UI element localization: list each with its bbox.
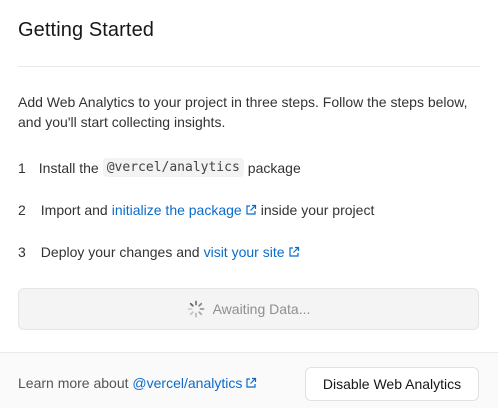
- package-code: @vercel/analytics: [102, 158, 244, 177]
- step-text: Install the: [38, 159, 99, 176]
- visit-site-link[interactable]: visit your site: [204, 244, 300, 260]
- step-3: 3 Deploy your changes and visit your sit…: [18, 244, 300, 260]
- card-footer: Learn more about @vercel/analytics Disab…: [0, 352, 498, 408]
- external-link-icon: [245, 204, 257, 216]
- disable-web-analytics-button[interactable]: Disable Web Analytics: [305, 367, 479, 401]
- link-label: @vercel/analytics: [132, 375, 243, 391]
- step-number: 2: [18, 202, 26, 218]
- external-link-icon: [288, 246, 300, 258]
- initialize-package-link[interactable]: initialize the package: [112, 202, 257, 218]
- awaiting-data-status: Awaiting Data...: [18, 288, 479, 330]
- card-title: Getting Started: [18, 19, 155, 41]
- step-number: 1: [18, 159, 26, 176]
- step-text: Import and: [40, 202, 108, 218]
- step-text: inside your project: [260, 202, 375, 218]
- step-text: Deploy your changes and: [40, 244, 200, 260]
- external-link-icon: [245, 377, 257, 389]
- awaiting-label: Awaiting Data...: [212, 301, 311, 317]
- link-label: visit your site: [203, 244, 285, 260]
- analytics-docs-link[interactable]: @vercel/analytics: [132, 375, 257, 391]
- divider: [18, 66, 480, 67]
- step-number: 3: [18, 244, 26, 260]
- description: Add Web Analytics to your project in thr…: [18, 94, 468, 130]
- step-text: package: [247, 159, 301, 176]
- learn-more-prefix: Learn more about: [18, 375, 129, 391]
- spinner-icon: [187, 300, 205, 318]
- link-label: initialize the package: [111, 202, 242, 218]
- getting-started-card: Getting Started Add Web Analytics to you…: [0, 0, 498, 408]
- learn-more: Learn more about @vercel/analytics: [18, 375, 257, 391]
- step-1: 1 Install the @vercel/analytics package: [18, 158, 301, 177]
- step-2: 2 Import and initialize the package insi…: [18, 202, 374, 218]
